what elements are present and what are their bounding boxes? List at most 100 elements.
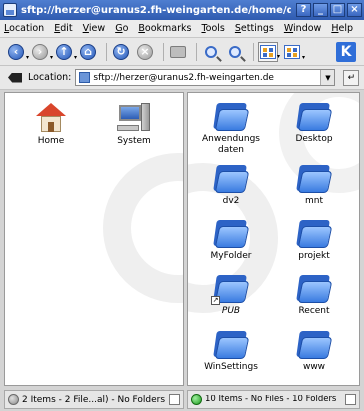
- up-button[interactable]: ↑ ▾: [54, 42, 77, 62]
- location-toolbar: Location: sftp://herzer@uranus2.fh-weing…: [0, 66, 364, 90]
- active-view-indicator-icon: [191, 394, 202, 405]
- location-history-dropdown[interactable]: ▼: [320, 70, 335, 85]
- file-item-label: MyFolder: [210, 251, 252, 261]
- computer-icon: [117, 103, 151, 133]
- menu-help[interactable]: Help: [331, 23, 353, 34]
- zoom-in-icon: [205, 45, 217, 58]
- left-view-pane[interactable]: Home System: [4, 92, 184, 386]
- file-item-label: projekt: [298, 251, 330, 261]
- menu-window[interactable]: Window: [284, 23, 321, 34]
- title-bar[interactable]: sftp://herzer@uranus2.fh-weingarten.de/h…: [0, 0, 364, 20]
- window-title: sftp://herzer@uranus2.fh-weingarten.de/h…: [21, 4, 291, 16]
- menu-bookmarks[interactable]: Bookmarks: [138, 23, 191, 34]
- toolbar-separator: [253, 42, 254, 61]
- file-item-label: www: [302, 362, 326, 372]
- menu-settings[interactable]: Settings: [235, 23, 274, 34]
- menu-window-accel: W: [283, 23, 294, 34]
- folder-icon: [213, 329, 250, 359]
- go-button[interactable]: ↵: [343, 69, 360, 86]
- link-view-checkbox[interactable]: [345, 394, 356, 405]
- forward-button[interactable]: › ▾: [30, 42, 53, 62]
- menu-location-rest: ocation: [9, 23, 45, 34]
- close-button[interactable]: ×: [347, 3, 362, 17]
- location-input[interactable]: sftp://herzer@uranus2.fh-weingarten.de ▼: [75, 69, 336, 86]
- network-folder-icon: [79, 72, 91, 83]
- folder-item-winsettings[interactable]: WinSettings: [193, 329, 269, 373]
- menu-help-rest: elp: [338, 23, 353, 34]
- folder-item-dv2[interactable]: dv2: [193, 163, 269, 207]
- toolbar-separator: [163, 42, 164, 61]
- window-controls: ? _ □ ×: [296, 3, 362, 17]
- menu-edit-rest: dit: [60, 23, 73, 34]
- up-dropdown-icon[interactable]: ▾: [74, 54, 77, 61]
- reload-icon: ↻: [113, 43, 129, 60]
- folder-item-www[interactable]: www: [276, 329, 352, 373]
- file-item-label: System: [117, 136, 151, 146]
- left-status-bar: 2 Items - 2 File...al) - No Folders: [4, 390, 184, 409]
- folder-item-pub[interactable]: ↗ PUB: [193, 273, 269, 317]
- folder-item-myfolder[interactable]: MyFolder: [193, 218, 269, 262]
- file-item-home[interactable]: Home: [13, 103, 89, 147]
- kde-gear-watermark: [103, 153, 183, 303]
- menu-settings-rest: ettings: [240, 23, 274, 34]
- folder-icon: [296, 101, 333, 131]
- menu-view-rest: iew: [88, 23, 106, 34]
- split-view-dropdown-icon[interactable]: ▾: [302, 54, 305, 61]
- toolbar-separator: [196, 42, 197, 61]
- reload-button[interactable]: ↻: [111, 42, 131, 62]
- menu-window-rest: indow: [293, 23, 322, 34]
- menu-tools-rest: ools: [205, 23, 225, 34]
- file-item-label: WinSettings: [204, 362, 258, 372]
- folder-link-icon: ↗: [211, 273, 250, 305]
- file-item-label: Anwendungsdaten: [202, 134, 260, 155]
- back-button[interactable]: ‹ ▾: [6, 42, 29, 62]
- file-item-label: dv2: [222, 196, 240, 206]
- folder-item-mnt[interactable]: mnt: [276, 163, 352, 207]
- file-item-system[interactable]: System: [96, 103, 172, 147]
- zoom-out-button[interactable]: [225, 42, 245, 62]
- back-dropdown-icon[interactable]: ▾: [26, 54, 29, 61]
- file-item-label: Desktop: [295, 134, 333, 144]
- clear-location-icon[interactable]: [6, 72, 24, 84]
- menu-go-rest: o: [122, 23, 129, 34]
- stop-icon: ×: [137, 43, 153, 60]
- menu-edit[interactable]: Edit: [54, 23, 72, 34]
- menu-go[interactable]: Go: [115, 23, 128, 34]
- home-button[interactable]: ⌂: [78, 42, 98, 62]
- icon-view-dropdown-icon[interactable]: ▾: [277, 53, 280, 60]
- kde-logo-icon: K: [336, 42, 356, 62]
- folder-icon: [213, 163, 250, 193]
- menu-view[interactable]: View: [83, 23, 106, 34]
- folder-icon: [296, 273, 333, 303]
- link-view-checkbox[interactable]: [169, 394, 180, 405]
- folder-icon: [296, 163, 333, 193]
- right-status-text: 10 Items - No Files - 10 Folders: [205, 395, 337, 404]
- folder-item-recent[interactable]: Recent: [276, 273, 352, 317]
- folder-item-projekt[interactable]: projekt: [276, 218, 352, 262]
- split-view-button[interactable]: ▾: [282, 42, 305, 62]
- zoom-out-icon: [229, 45, 241, 58]
- stop-button[interactable]: ×: [135, 42, 155, 62]
- left-status-text: 2 Items - 2 File...al) - No Folders: [22, 394, 166, 405]
- folder-item-desktop[interactable]: Desktop: [276, 101, 352, 145]
- help-button[interactable]: ?: [296, 3, 311, 17]
- menu-location[interactable]: Location: [4, 23, 44, 34]
- home-icon: ⌂: [80, 43, 96, 60]
- folder-icon: [213, 101, 250, 131]
- print-icon: [170, 45, 186, 58]
- file-item-label: Recent: [298, 306, 330, 316]
- forward-icon: ›: [32, 43, 48, 60]
- up-icon: ↑: [56, 43, 72, 60]
- print-button[interactable]: [168, 42, 188, 62]
- folder-icon: [213, 218, 250, 248]
- minimize-button[interactable]: _: [313, 3, 328, 17]
- icon-view-icon: [260, 44, 276, 59]
- konqueror-app-icon[interactable]: [3, 3, 17, 17]
- icon-view-button[interactable]: ▾: [258, 41, 280, 62]
- folder-item-anwendungsdaten[interactable]: Anwendungsdaten: [193, 101, 269, 156]
- menu-tools[interactable]: Tools: [201, 23, 224, 34]
- forward-dropdown-icon[interactable]: ▾: [50, 54, 53, 61]
- zoom-in-button[interactable]: [201, 42, 221, 62]
- right-view-pane[interactable]: Anwendungsdaten Desktop dv2 mnt MyFolder…: [187, 92, 360, 386]
- maximize-button[interactable]: □: [330, 3, 345, 17]
